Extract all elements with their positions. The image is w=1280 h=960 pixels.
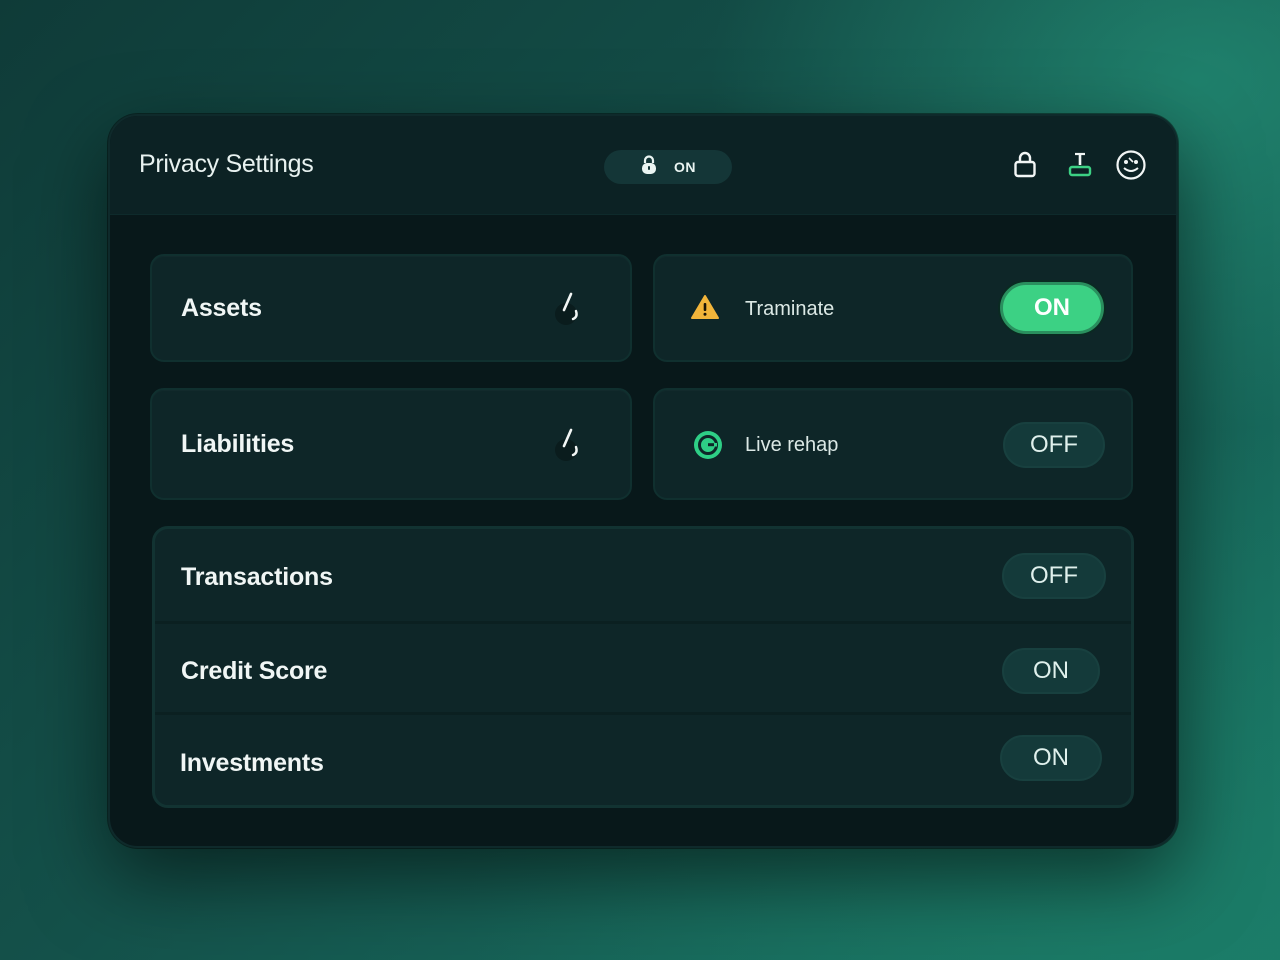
credit-score-label: Credit Score xyxy=(181,657,328,685)
liabilities-card: Liabilities xyxy=(150,388,632,500)
g-circle-icon xyxy=(693,430,723,465)
traminate-toggle[interactable]: ON xyxy=(1000,282,1104,334)
assets-card: Assets xyxy=(150,254,632,362)
liabilities-label: Liabilities xyxy=(181,430,295,458)
privacy-settings-panel: Privacy Settings ON Assets Traminate ON … xyxy=(108,114,1178,848)
liabilities-edit-icon[interactable] xyxy=(550,424,586,464)
lock-icon[interactable] xyxy=(1008,148,1042,182)
list-item-investments: Investments ON xyxy=(155,715,1131,805)
live-rehap-toggle[interactable]: OFF xyxy=(1003,422,1105,468)
live-rehap-card: Live rehap OFF xyxy=(653,388,1133,500)
privacy-status-toggle[interactable]: ON xyxy=(604,150,732,184)
transactions-toggle[interactable]: OFF xyxy=(1002,553,1106,599)
list-item-transactions: Transactions OFF xyxy=(155,529,1131,624)
traminate-label: Traminate xyxy=(745,298,835,320)
lock-icon xyxy=(640,154,658,180)
assets-edit-icon[interactable] xyxy=(550,288,586,328)
settings-list: Transactions OFF Credit Score ON Investm… xyxy=(152,526,1134,808)
page-title: Privacy Settings xyxy=(139,150,314,178)
live-rehap-label: Live rehap xyxy=(745,434,839,456)
warning-icon xyxy=(690,294,720,325)
face-icon[interactable] xyxy=(1114,148,1148,182)
investments-toggle[interactable]: ON xyxy=(1000,735,1102,781)
assets-label: Assets xyxy=(181,294,262,322)
panel-header: Privacy Settings ON xyxy=(110,116,1176,215)
privacy-status-label: ON xyxy=(674,159,696,175)
list-item-credit-score: Credit Score ON xyxy=(155,624,1131,715)
stamp-icon[interactable] xyxy=(1063,148,1097,182)
transactions-label: Transactions xyxy=(181,563,333,591)
investments-label: Investments xyxy=(180,749,324,777)
credit-score-toggle[interactable]: ON xyxy=(1002,648,1100,694)
traminate-card: Traminate ON xyxy=(653,254,1133,362)
